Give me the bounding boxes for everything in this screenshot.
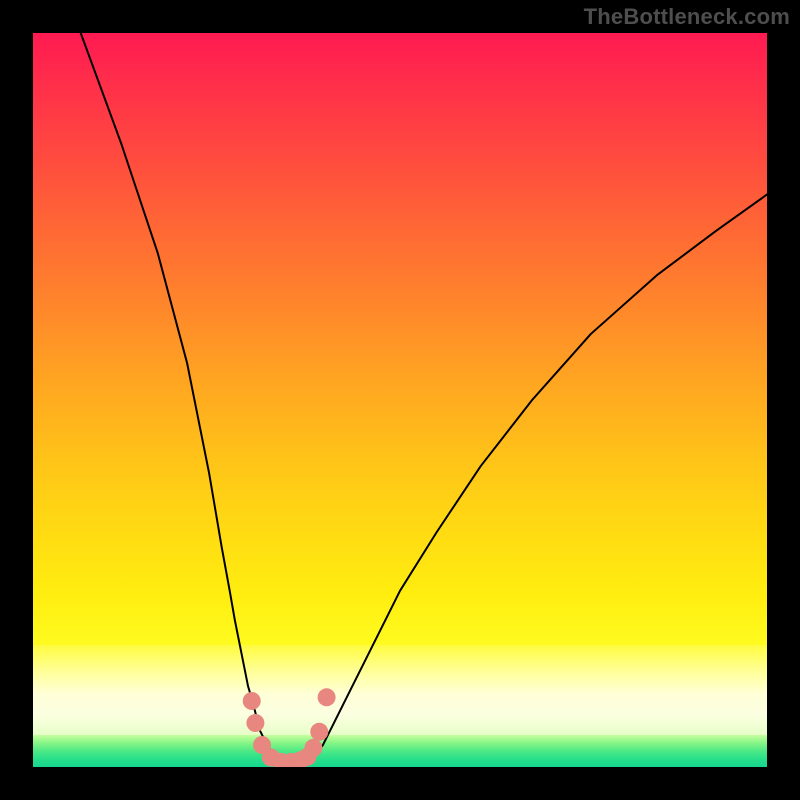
marker-dot (310, 723, 328, 741)
marker-dot (246, 714, 264, 732)
marker-dot (318, 688, 336, 706)
plot-area (33, 33, 767, 767)
left-curve (81, 33, 276, 760)
curve-layer (33, 33, 767, 767)
marker-group (243, 688, 336, 767)
marker-dot (243, 692, 261, 710)
marker-dot (304, 739, 322, 757)
watermark-text: TheBottleneck.com (584, 4, 790, 30)
chart-frame: TheBottleneck.com (0, 0, 800, 800)
right-curve (312, 194, 767, 759)
